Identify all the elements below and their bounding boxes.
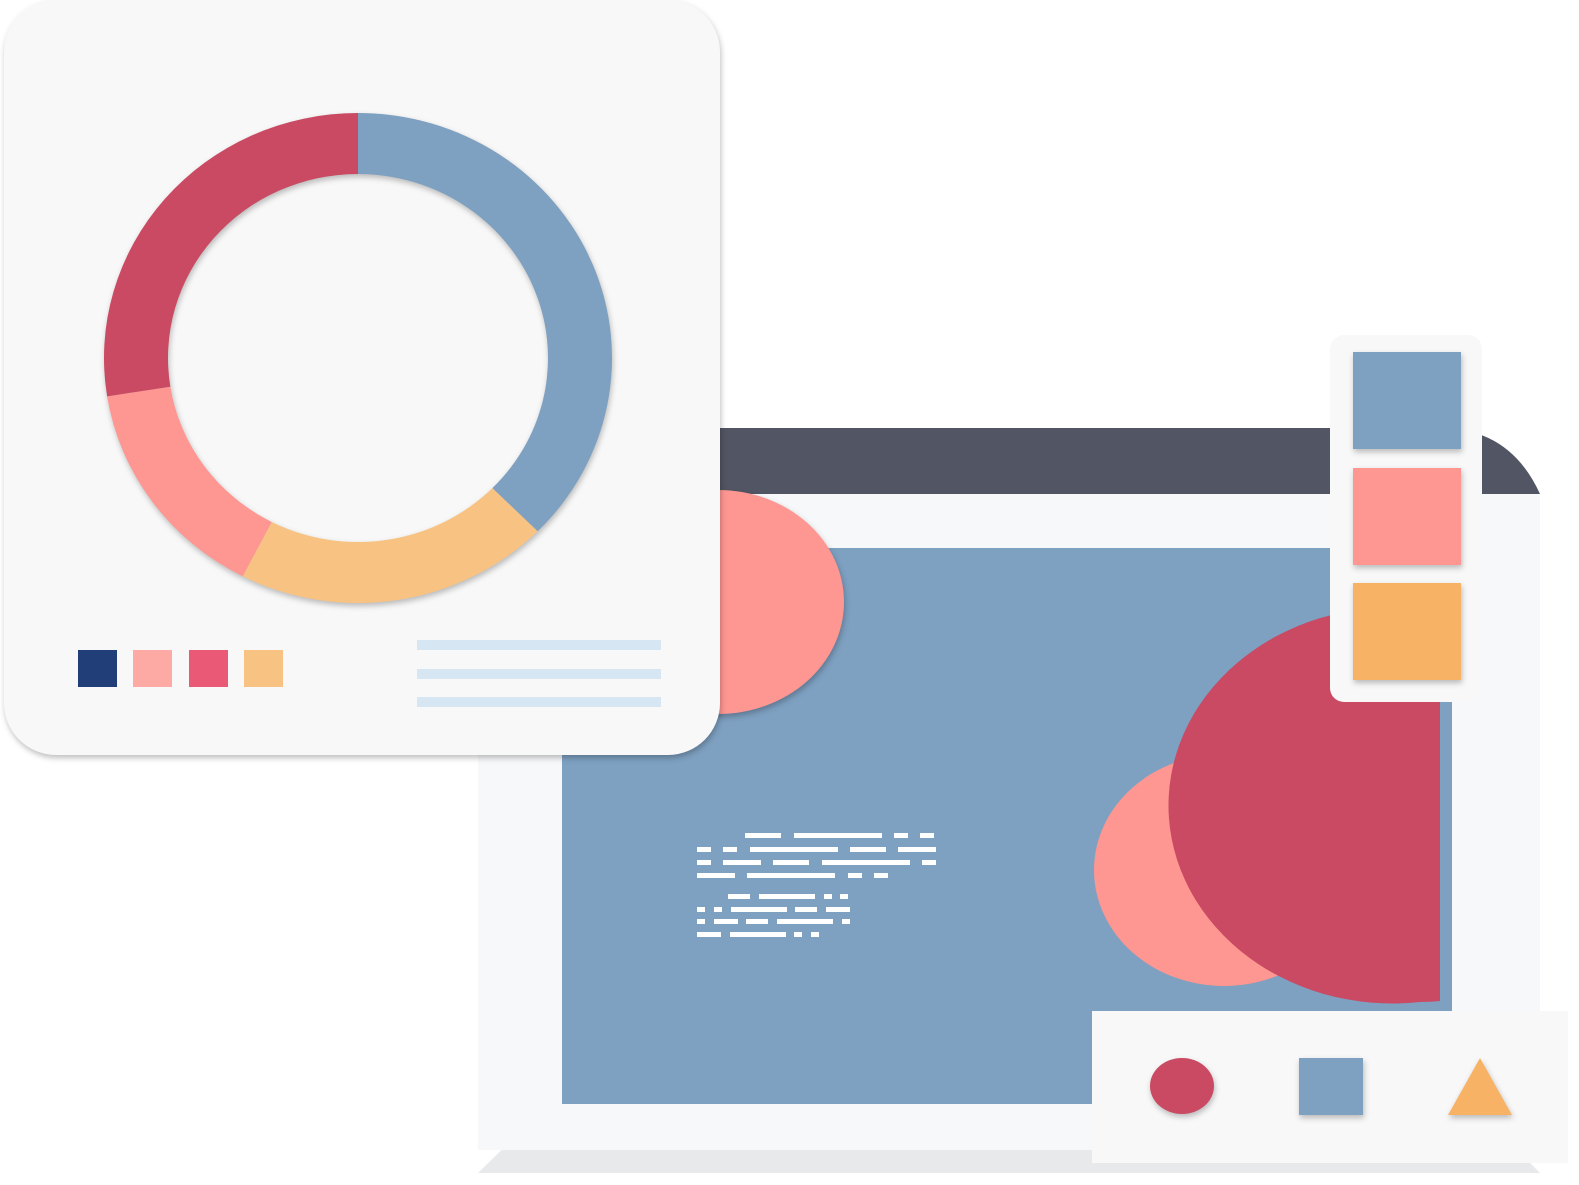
color-swatch[interactable] [1353, 352, 1461, 449]
illustration-canvas [4, 0, 1568, 1173]
shape-tool-circle[interactable] [1150, 1058, 1214, 1114]
placeholder-line [417, 669, 661, 679]
legend-swatch [189, 650, 228, 687]
color-palette-panel [1330, 335, 1482, 702]
color-swatch[interactable] [1353, 583, 1461, 680]
shape-toolbar [1092, 1011, 1568, 1163]
legend-swatch [78, 650, 117, 687]
shape-tool-square[interactable] [1299, 1058, 1363, 1115]
square-icon [1299, 1058, 1363, 1115]
placeholder-line [417, 640, 661, 650]
color-swatch[interactable] [1353, 468, 1461, 565]
legend-swatch [133, 650, 172, 687]
donut-chart-card [4, 0, 720, 755]
placeholder-line [417, 697, 661, 707]
circle-icon [1150, 1058, 1214, 1114]
legend-swatch [244, 650, 283, 687]
